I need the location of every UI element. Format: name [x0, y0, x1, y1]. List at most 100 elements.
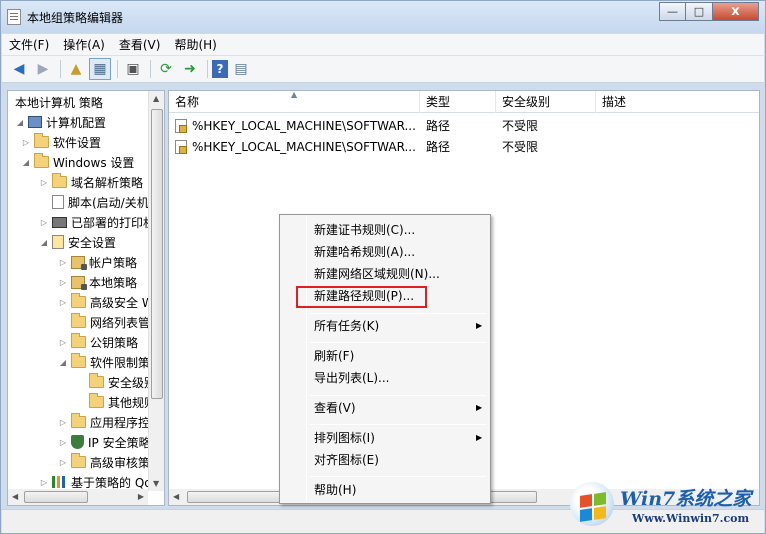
forward-icon[interactable]: ▶: [32, 58, 54, 80]
tree-item-account-policy[interactable]: ▷ 帐户策略: [58, 252, 137, 272]
scroll-right-icon[interactable]: ▶: [138, 492, 144, 501]
up-folder-icon[interactable]: ▲: [65, 58, 87, 80]
expand-icon[interactable]: ▷: [58, 258, 68, 267]
properties-icon[interactable]: ▣: [122, 58, 144, 80]
row-security-level: 不受限: [502, 140, 539, 154]
back-icon[interactable]: ◀: [8, 58, 30, 80]
toolbar-separator: [117, 60, 118, 78]
show-hide-tree-icon[interactable]: ▦: [89, 58, 111, 80]
policy-editor-icon: [7, 9, 21, 25]
folder-icon: [71, 413, 86, 428]
lock-folder-icon: [71, 275, 87, 290]
expand-icon[interactable]: ▷: [58, 458, 68, 467]
menu-item-new-certificate-rule[interactable]: 新建证书规则(C)...: [314, 220, 415, 240]
lock-folder-icon: [71, 255, 87, 270]
row-name: %HKEY_LOCAL_MACHINE\SOFTWAR...: [192, 119, 416, 133]
menu-view[interactable]: 查看(V): [112, 36, 168, 53]
tree-item-windows-settings[interactable]: ◢ Windows 设置: [21, 152, 134, 172]
folder-icon: [71, 313, 86, 328]
tree-item-local-policy[interactable]: ▷ 本地策略: [58, 272, 137, 292]
title-bar[interactable]: 本地组策略编辑器 — □ x: [1, 1, 765, 33]
export-list-icon[interactable]: ➜: [179, 58, 201, 80]
tree-vertical-scrollbar[interactable]: ▲ ▼: [148, 91, 164, 491]
table-row[interactable]: %HKEY_LOCAL_MACHINE\SOFTWAR... 路径 不受限: [169, 137, 759, 157]
column-name[interactable]: 名称 ▲: [169, 91, 420, 113]
tree-item-dns-policy[interactable]: ▷ 域名解析策略: [39, 172, 143, 192]
expand-icon[interactable]: ▷: [58, 438, 68, 447]
scrollbar-thumb[interactable]: [24, 491, 88, 503]
tree-item-root[interactable]: 本地计算机 策略: [15, 92, 103, 112]
scroll-up-icon[interactable]: ▲: [153, 94, 159, 103]
scroll-left-icon[interactable]: ◀: [12, 492, 18, 501]
expand-icon[interactable]: ▷: [58, 418, 68, 427]
tree-item-security-settings[interactable]: ◢ 安全设置: [39, 232, 116, 252]
menu-item-new-network-zone-rule[interactable]: 新建网络区域规则(N)...: [314, 264, 440, 284]
tree-pane: 本地计算机 策略 ◢ 计算机配置 ▷ 软件设置 ◢ Windows 设置 ▷ 域…: [7, 90, 165, 506]
expand-icon[interactable]: ▷: [21, 138, 31, 147]
windows-logo-icon: [570, 482, 614, 526]
path-rule-icon: [175, 140, 187, 154]
expand-icon[interactable]: ▷: [39, 218, 49, 227]
row-security-level: 不受限: [502, 119, 539, 133]
menu-separator: [310, 313, 486, 314]
tree-item-printers[interactable]: ▷ 已部署的打印机: [39, 212, 155, 232]
menu-file[interactable]: 文件(F): [2, 36, 56, 53]
collapse-icon[interactable]: ◢: [58, 358, 68, 367]
menu-help[interactable]: 帮助(H): [167, 36, 223, 53]
tree-item-other-rules[interactable]: 其他规则: [76, 392, 156, 412]
expand-icon[interactable]: ▷: [58, 338, 68, 347]
scroll-down-icon[interactable]: ▼: [153, 479, 159, 488]
menu-item-export-list[interactable]: 导出列表(L)...: [314, 368, 390, 388]
watermark-title: Win7系统之家: [620, 488, 752, 510]
menu-item-new-hash-rule[interactable]: 新建哈希规则(A)...: [314, 242, 415, 262]
window-controls: — □ x: [659, 2, 759, 22]
minimize-button[interactable]: —: [659, 2, 686, 21]
expand-icon[interactable]: ▷: [58, 278, 68, 287]
expand-icon[interactable]: ▷: [58, 298, 68, 307]
context-menu: 新建证书规则(C)... 新建哈希规则(A)... 新建网络区域规则(N)...…: [279, 214, 491, 504]
menu-item-refresh[interactable]: 刷新(F): [314, 346, 354, 366]
expand-icon[interactable]: ▷: [39, 478, 49, 487]
tree-item-software-restriction[interactable]: ◢ 软件限制策略: [58, 352, 162, 372]
menu-item-view[interactable]: 查看(V): [314, 398, 356, 418]
collapse-icon[interactable]: ◢: [21, 158, 31, 167]
tree-item-public-key[interactable]: ▷ 公钥策略: [58, 332, 138, 352]
collapse-icon[interactable]: ◢: [15, 118, 25, 127]
tree-item-software-settings[interactable]: ▷ 软件设置: [21, 132, 101, 152]
help-icon[interactable]: ?: [212, 60, 228, 78]
refresh-icon[interactable]: ⟳: [155, 58, 177, 80]
printer-icon: [52, 216, 67, 228]
scroll-left-icon[interactable]: ◀: [173, 492, 179, 501]
menu-item-help[interactable]: 帮助(H): [314, 480, 356, 500]
row-type: 路径: [426, 119, 451, 133]
submenu-arrow-icon: ▶: [476, 321, 483, 330]
view-icon[interactable]: ▤: [230, 58, 252, 80]
submenu-arrow-icon: ▶: [476, 433, 483, 442]
column-type[interactable]: 类型: [420, 91, 496, 113]
column-security-level[interactable]: 安全级别: [496, 91, 596, 113]
tree-item-ip-security[interactable]: ▷ IP 安全策略: [58, 432, 151, 452]
table-row[interactable]: %HKEY_LOCAL_MACHINE\SOFTWAR... 路径 不受限: [169, 116, 759, 136]
maximize-button[interactable]: □: [686, 2, 713, 21]
folder-icon: [34, 133, 49, 148]
menu-item-align-icons[interactable]: 对齐图标(E): [314, 450, 379, 470]
folder-icon: [71, 333, 86, 348]
tree-horizontal-scrollbar[interactable]: ◀ ▶: [8, 489, 148, 505]
menu-item-arrange-icons[interactable]: 排列图标(I): [314, 428, 375, 448]
tree-item-computer-config[interactable]: ◢ 计算机配置: [15, 112, 106, 132]
tree-item-security-levels[interactable]: 安全级别: [76, 372, 156, 392]
menu-action[interactable]: 操作(A): [56, 36, 112, 53]
tree-item-scripts[interactable]: 脚本(启动/关机): [39, 192, 153, 212]
expand-icon[interactable]: ▷: [39, 178, 49, 187]
column-description[interactable]: 描述: [596, 91, 759, 113]
ip-security-icon: [71, 435, 84, 449]
tree-item-label: 公钥策略: [90, 335, 139, 350]
watermark: Win7系统之家 Www.Winwin7.com: [568, 478, 764, 532]
tree-item-label: Windows 设置: [53, 155, 135, 170]
watermark-url: Www.Winwin7.com: [632, 512, 750, 525]
qos-chart-icon: [52, 476, 67, 488]
scrollbar-thumb[interactable]: [151, 109, 163, 399]
collapse-icon[interactable]: ◢: [39, 238, 49, 247]
close-button[interactable]: x: [713, 2, 759, 21]
menu-item-all-tasks[interactable]: 所有任务(K): [314, 316, 379, 336]
